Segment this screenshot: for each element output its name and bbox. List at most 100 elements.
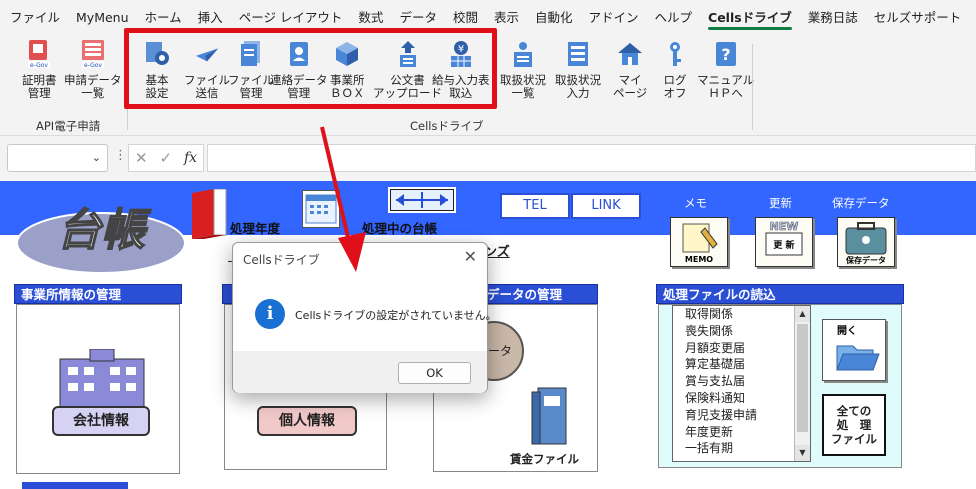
help-question-icon: ? [713,40,739,68]
all-files-line: ファイル [831,432,877,446]
formula-tools: ✕ ✓ fx [128,144,204,172]
all-files-line: 全ての [836,404,872,418]
svg-text:?: ? [721,45,730,64]
ribbon-label: オフ [663,86,687,100]
save-data-button[interactable]: 保存データ [837,217,895,267]
more-options-icon[interactable]: ⋮ [114,148,127,163]
svg-text:NEW: NEW [770,220,799,233]
list-item[interactable]: 賞与支払届 [673,373,810,390]
application-data-list-button[interactable]: e-Gov 申請データ 一覧 [64,40,122,100]
formula-input[interactable] [207,144,976,172]
dialog-title: Cellsドライブ [243,253,320,267]
memo-label: メモ [684,196,707,210]
menu-work-diary[interactable]: 業務日誌 [800,0,866,36]
egov-certificate-icon: e-Gov [26,40,52,69]
scroll-down-icon[interactable]: ▼ [795,445,810,461]
list-scrollbar[interactable]: ▲ ▼ [794,306,810,461]
list-item[interactable]: 一括有期 [673,440,810,457]
group-label-api: API電子申請 [36,119,101,133]
list-item[interactable]: 算定基礎届 [673,356,810,373]
svg-text:e-Gov: e-Gov [30,62,48,69]
manual-hp-button[interactable]: ? マニュアル ＨＰへ [697,40,754,100]
dialog-footer: OK [233,351,487,393]
annotation-highlight-box [124,28,497,109]
scroll-thumb[interactable] [797,324,808,432]
person-document-icon [510,40,536,68]
ok-button[interactable]: OK [398,362,471,384]
certificate-manage-button[interactable]: e-Gov 証明書 管理 [22,40,57,100]
section-header-office-info: 事業所情報の管理 [14,284,182,304]
section-header-bottom [22,482,128,489]
tel-button[interactable]: TEL [500,193,570,219]
menu-file[interactable]: ファイル [2,0,68,36]
list-item[interactable]: 喪失関係 [673,323,810,340]
memo-button[interactable]: MEMO [670,217,728,267]
svg-text:開く: 開く [837,325,857,337]
daicho-logo: 台帳 [16,204,186,274]
dialog-message: Cellsドライブの設定がされていません。 [295,309,497,322]
egov-list-icon: e-Gov [80,40,106,69]
list-item[interactable]: 年度更新 [673,424,810,441]
my-page-button[interactable]: マイ ページ [613,40,647,100]
form-entry-icon [565,40,591,68]
calendar-icon[interactable] [302,190,340,228]
formula-bar: ⌄ ⋮ ✕ ✓ fx [0,136,976,181]
handling-status-list-button[interactable]: 取扱状況 一覧 [500,40,546,100]
link-button[interactable]: LINK [571,193,641,219]
menu-help[interactable]: ヘルプ [647,0,701,36]
list-item[interactable]: 保険料通知 [673,390,810,407]
ribbon-label: 一覧 [511,86,535,100]
worksheet: 台帳 処理年度 処理中の台帳 TEL LINK メモ MEMO 更新 NEW 更 … [0,181,976,489]
menu-cells-support[interactable]: セルズサポート [866,0,970,36]
file-type-list[interactable]: 取得関係 喪失関係 月額変更届 算定基礎届 賞与支払届 保険料通知 育児支援申請… [672,305,811,462]
cancel-icon[interactable]: ✕ [135,149,148,167]
close-icon[interactable]: ✕ [464,247,477,266]
open-file-button[interactable]: 開く [822,319,886,381]
switch-arrows-button[interactable] [388,187,456,213]
confirm-check-icon[interactable]: ✓ [159,149,172,167]
current-ledger-label: 処理中の台帳 [362,221,438,236]
binder-icon[interactable] [528,386,572,446]
update-button[interactable]: NEW 更 新 [755,217,813,267]
chevron-down-icon: ⌄ [91,151,101,164]
ribbon-label: 一覧 [81,86,105,100]
menu-addins[interactable]: アドイン [581,0,647,36]
name-box[interactable]: ⌄ [7,144,108,172]
processing-year-label: 処理年度 [230,221,281,236]
scroll-up-icon[interactable]: ▲ [795,306,810,322]
dialog-body: i Cellsドライブの設定がされていません。 [233,273,497,351]
svg-text:e-Gov: e-Gov [84,62,102,69]
red-binder-icon [192,189,227,239]
handling-status-input-button[interactable]: 取扱状況 入力 [555,40,601,100]
svg-text:更 新: 更 新 [773,239,794,251]
svg-text:台帳: 台帳 [57,205,152,256]
section-header-data: データの管理 [480,284,598,304]
group-separator [752,44,753,130]
log-off-button[interactable]: ログ オフ [662,40,688,100]
menu-cells-drive[interactable]: Cellsドライブ [700,0,800,36]
list-item[interactable]: 育児支援申請 [673,407,810,424]
ribbon-label: 管理 [27,86,51,100]
menu-automate[interactable]: 自動化 [527,0,581,36]
svg-text:保存データ: 保存データ [845,255,886,265]
wage-file-label[interactable]: 賃金ファイル [510,451,579,467]
personal-info-button[interactable]: 個人情報 [257,406,357,436]
ribbon-label: ページ [613,86,648,100]
list-item[interactable]: 月額変更届 [673,340,810,357]
save-data-label: 保存データ [832,196,890,210]
all-files-button[interactable]: 全ての 処 理 ファイル [822,394,886,456]
info-icon: i [255,299,285,329]
home-icon [617,40,643,68]
update-label: 更新 [769,196,792,210]
insert-function-icon[interactable]: fx [184,150,197,166]
all-files-line: 処 理 [836,418,872,432]
message-dialog: Cellsドライブ ✕ i Cellsドライブの設定がされていません。 OK [232,242,497,393]
key-icon [662,40,688,68]
ribbon-label: ＨＰへ [708,86,743,100]
svg-text:MEMO: MEMO [685,255,713,264]
ribbon-label: 入力 [566,86,590,100]
group-label-cells-drive: Cellsドライブ [410,119,484,133]
list-item[interactable]: 取得関係 [673,306,810,323]
section-header-file-load: 処理ファイルの読込 [656,284,904,304]
company-info-button[interactable]: 会社情報 [52,406,150,436]
